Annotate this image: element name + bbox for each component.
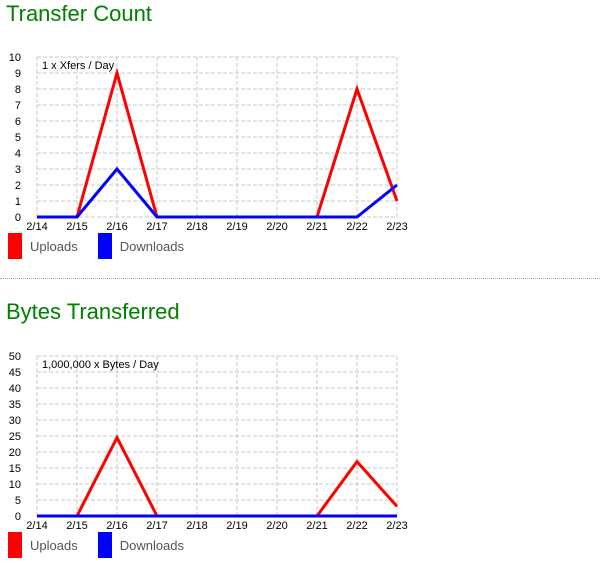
x-tick-label: 2/19 (226, 520, 247, 532)
x-tick-label: 2/18 (186, 520, 207, 532)
bytes-transferred-legend: Uploads Downloads (8, 532, 204, 558)
y-tick-label: 45 (9, 367, 21, 379)
x-tick-label: 2/16 (106, 520, 127, 532)
y-tick-label: 30 (9, 415, 21, 427)
x-tick-label: 2/22 (346, 520, 367, 532)
chart-annotation: 1,000,000 x Bytes / Day (42, 359, 159, 371)
bytes-transferred-chart: 0 5 10 15 20 25 30 35 40 45 50 2/14 2/15 2/16 2/17 2/18… (9, 351, 408, 532)
y-tick-label: 35 (9, 399, 21, 411)
x-tick-label: 2/23 (386, 520, 407, 532)
uploads-swatch (8, 532, 22, 558)
x-tick-label: 2/21 (306, 520, 327, 532)
x-tick-label: 2/20 (266, 520, 287, 532)
y-tick-label: 25 (9, 431, 21, 443)
series-line-uploads (37, 434, 399, 518)
x-tick-label: 2/15 (66, 520, 87, 532)
downloads-swatch (97, 532, 112, 558)
y-tick-label: 10 (9, 479, 21, 491)
legend-item-uploads: Uploads (8, 532, 78, 558)
y-tick-label: 15 (9, 463, 21, 475)
y-tick-label: 40 (9, 383, 21, 395)
y-tick-label: 0 (15, 511, 21, 523)
legend-label-downloads: Downloads (119, 537, 185, 553)
y-tick-label: 50 (9, 351, 21, 363)
y-tick-label: 20 (9, 447, 21, 459)
legend-item-downloads: Downloads (97, 532, 185, 558)
x-tick-label: 2/17 (146, 520, 167, 532)
x-tick-label: 2/14 (26, 520, 47, 532)
legend-label-uploads: Uploads (30, 537, 78, 553)
y-tick-label: 5 (15, 495, 21, 507)
